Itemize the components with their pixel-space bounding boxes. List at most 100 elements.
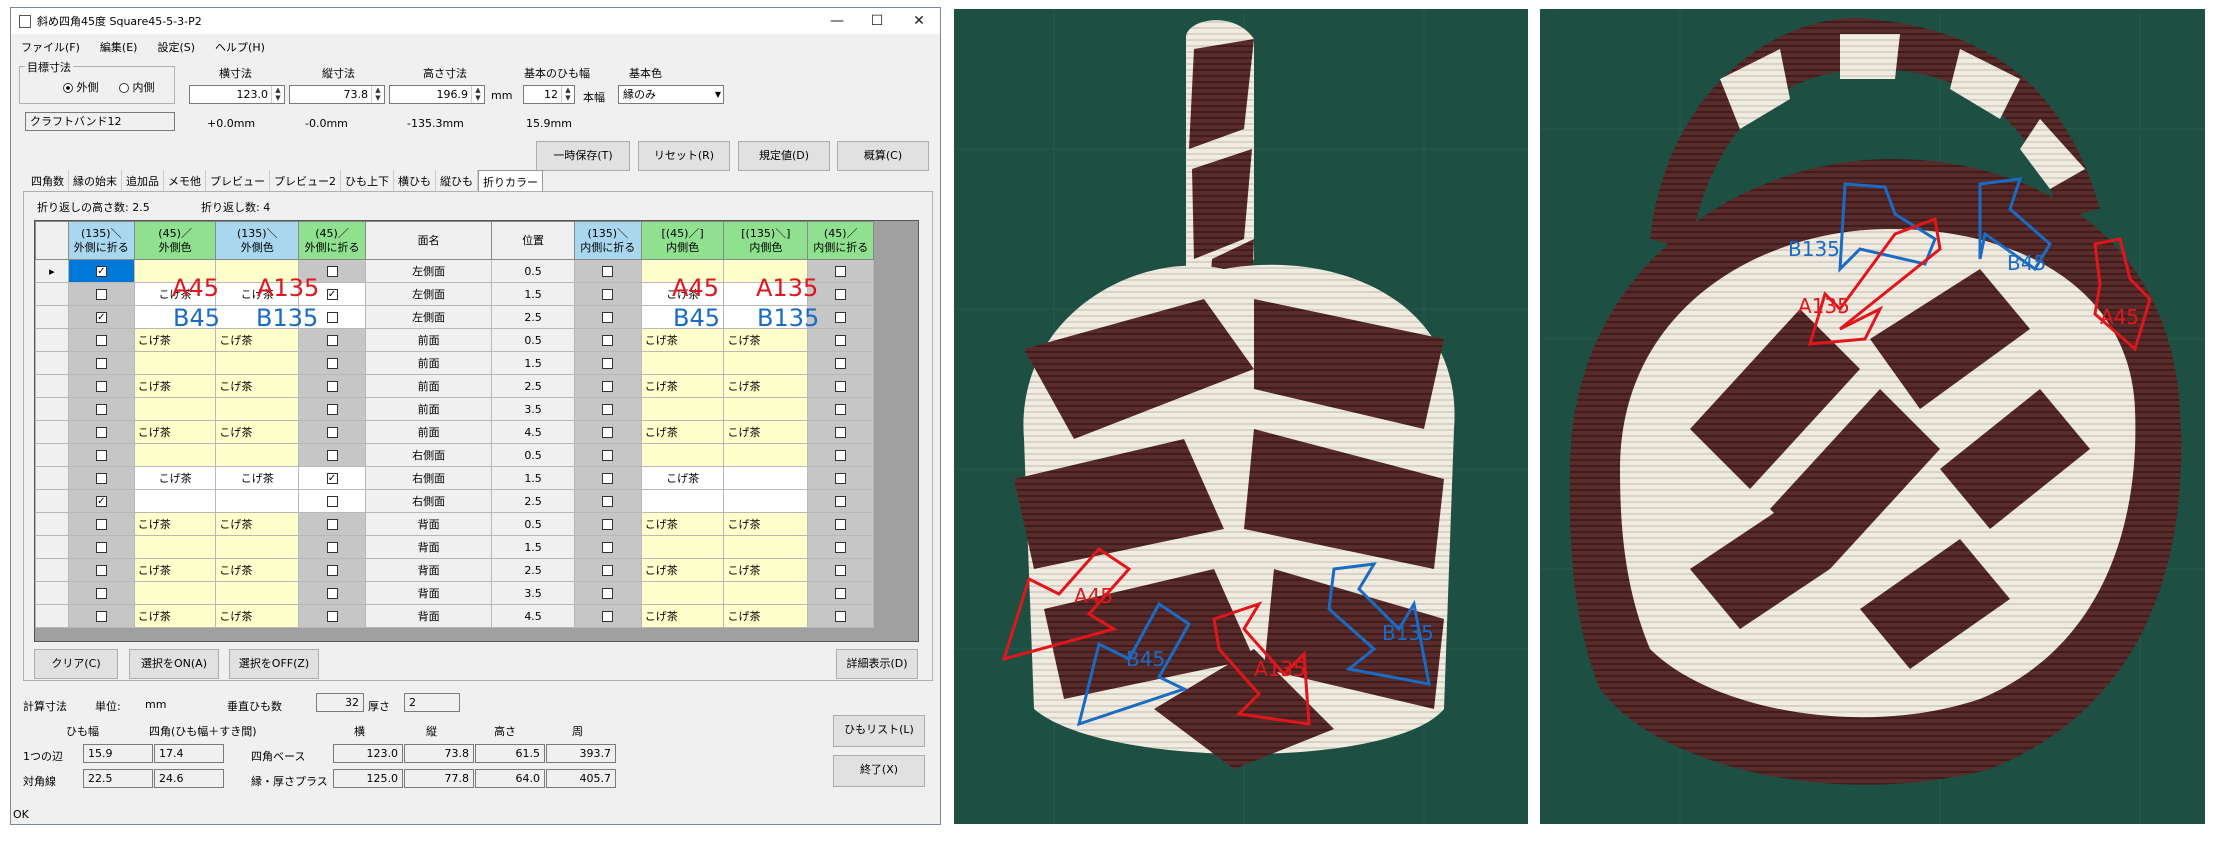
inner-color-135-cell[interactable]: こげ茶 [723, 604, 809, 628]
checkbox-cell[interactable]: ✓ [67, 259, 135, 283]
radio-inner-dot[interactable] [119, 83, 129, 93]
outer-color-45-cell[interactable] [133, 397, 217, 421]
checkbox[interactable] [602, 473, 614, 484]
position-cell[interactable]: 2.5 [491, 374, 575, 398]
checkbox-cell[interactable] [807, 581, 875, 605]
tab-fold-color[interactable]: 折りカラー [478, 170, 543, 192]
estimate-button[interactable]: 概算(C) [837, 141, 929, 171]
row-header[interactable] [35, 581, 69, 605]
checkbox[interactable] [835, 312, 847, 323]
inner-color-45-cell[interactable]: こげ茶 [640, 466, 725, 490]
checkbox-cell[interactable] [807, 489, 875, 513]
tab-horizontal-band[interactable]: 横ひも [394, 170, 436, 192]
title-bar[interactable]: 斜め四角45度 Square45-5-3-P2 — ☐ ✕ [11, 8, 940, 34]
menu-file[interactable]: ファイル(F) [11, 36, 90, 56]
outer-color-135-cell[interactable] [215, 443, 300, 467]
checkbox-cell[interactable] [67, 282, 135, 306]
checkbox[interactable] [602, 496, 614, 507]
table-row[interactable]: こげ茶 こげ茶 背面 4.5 こげ茶 こげ茶 [35, 604, 918, 628]
checkbox[interactable] [326, 588, 338, 599]
checkbox-cell[interactable] [67, 397, 135, 421]
checkbox-cell[interactable] [573, 443, 642, 467]
position-cell[interactable]: 1.5 [491, 466, 575, 490]
chevron-down-icon[interactable]: ▼ [715, 86, 721, 103]
face-name-cell[interactable]: 左側面 [365, 259, 493, 283]
outer-color-45-cell[interactable] [133, 581, 217, 605]
checkbox[interactable] [326, 381, 338, 392]
checkbox[interactable] [95, 381, 107, 392]
row-header[interactable] [35, 282, 69, 306]
menu-edit[interactable]: 編集(E) [90, 36, 148, 56]
tab-vertical-band[interactable]: 縦ひも [436, 170, 478, 192]
face-name-cell[interactable]: 背面 [365, 558, 493, 582]
checkbox[interactable] [602, 312, 614, 323]
table-row[interactable]: 前面 1.5 [35, 351, 918, 375]
checkbox[interactable] [326, 312, 338, 323]
checkbox[interactable] [835, 588, 847, 599]
checkbox-cell[interactable] [573, 374, 642, 398]
outer-color-135-cell[interactable]: こげ茶 [215, 512, 300, 536]
row-header[interactable] [35, 305, 69, 329]
row-header[interactable] [35, 512, 69, 536]
checkbox[interactable] [602, 381, 614, 392]
checkbox-cell[interactable] [573, 328, 642, 352]
inner-color-45-cell[interactable] [640, 489, 725, 513]
outer-color-135-cell[interactable]: こげ茶 [215, 420, 300, 444]
outer-color-45-cell[interactable] [133, 443, 217, 467]
outer-color-45-cell[interactable] [133, 535, 217, 559]
checkbox-cell[interactable] [298, 512, 367, 536]
col-header[interactable]: (45)／ 外側色 [133, 221, 217, 260]
checkbox[interactable]: ✓ [95, 496, 107, 507]
radio-outer-dot[interactable] [63, 83, 73, 93]
row-header[interactable] [35, 604, 69, 628]
inner-color-135-cell[interactable] [723, 581, 809, 605]
checkbox[interactable] [95, 335, 107, 346]
checkbox[interactable] [95, 358, 107, 369]
table-row[interactable]: こげ茶 こげ茶 前面 4.5 こげ茶 こげ茶 [35, 420, 918, 444]
checkbox-cell[interactable] [67, 535, 135, 559]
position-cell[interactable]: 4.5 [491, 604, 575, 628]
tab-edge-finish[interactable]: 縁の始末 [69, 170, 122, 192]
menu-help[interactable]: ヘルプ(H) [205, 36, 275, 56]
width-input[interactable]: 123.0 ▲ ▼ [189, 85, 285, 104]
row-header[interactable] [35, 420, 69, 444]
checkbox[interactable] [95, 542, 107, 553]
checkbox-cell[interactable] [67, 351, 135, 375]
inner-color-135-cell[interactable] [723, 351, 809, 375]
exit-button[interactable]: 終了(X) [833, 755, 925, 787]
checkbox[interactable] [602, 289, 614, 300]
inner-color-45-cell[interactable]: こげ茶 [640, 420, 725, 444]
outer-color-135-cell[interactable] [215, 489, 300, 513]
checkbox-cell[interactable] [807, 397, 875, 421]
table-row[interactable]: 右側面 0.5 [35, 443, 918, 467]
checkbox-cell[interactable] [573, 581, 642, 605]
checkbox-cell[interactable] [298, 443, 367, 467]
checkbox[interactable]: ✓ [95, 312, 107, 323]
checkbox-cell[interactable] [807, 374, 875, 398]
row-header[interactable] [35, 374, 69, 398]
checkbox[interactable] [602, 404, 614, 415]
outer-color-45-cell[interactable]: こげ茶 [133, 512, 217, 536]
checkbox[interactable] [326, 565, 338, 576]
col-header[interactable]: 位置 [491, 221, 575, 260]
checkbox[interactable]: ✓ [95, 266, 107, 277]
face-name-cell[interactable]: 前面 [365, 351, 493, 375]
inner-color-135-cell[interactable] [723, 443, 809, 467]
inner-color-45-cell[interactable]: こげ茶 [640, 604, 725, 628]
checkbox[interactable] [326, 611, 338, 622]
col-header[interactable]: (45)／ 内側に折る [807, 221, 875, 260]
row-header[interactable] [35, 328, 69, 352]
tab-square-count[interactable]: 四角数 [27, 170, 69, 192]
checkbox-cell[interactable] [298, 397, 367, 421]
maximize-button[interactable]: ☐ [859, 8, 895, 34]
position-cell[interactable]: 2.5 [491, 305, 575, 329]
checkbox[interactable]: ✓ [326, 473, 338, 484]
current-row-indicator-icon[interactable]: ▸ [35, 259, 69, 283]
checkbox-cell[interactable] [807, 420, 875, 444]
detail-button[interactable]: 詳細表示(D) [836, 649, 918, 679]
checkbox[interactable]: ✓ [326, 289, 338, 300]
checkbox[interactable] [326, 519, 338, 530]
checkbox-cell[interactable] [573, 558, 642, 582]
position-cell[interactable]: 3.5 [491, 397, 575, 421]
checkbox-cell[interactable] [67, 512, 135, 536]
